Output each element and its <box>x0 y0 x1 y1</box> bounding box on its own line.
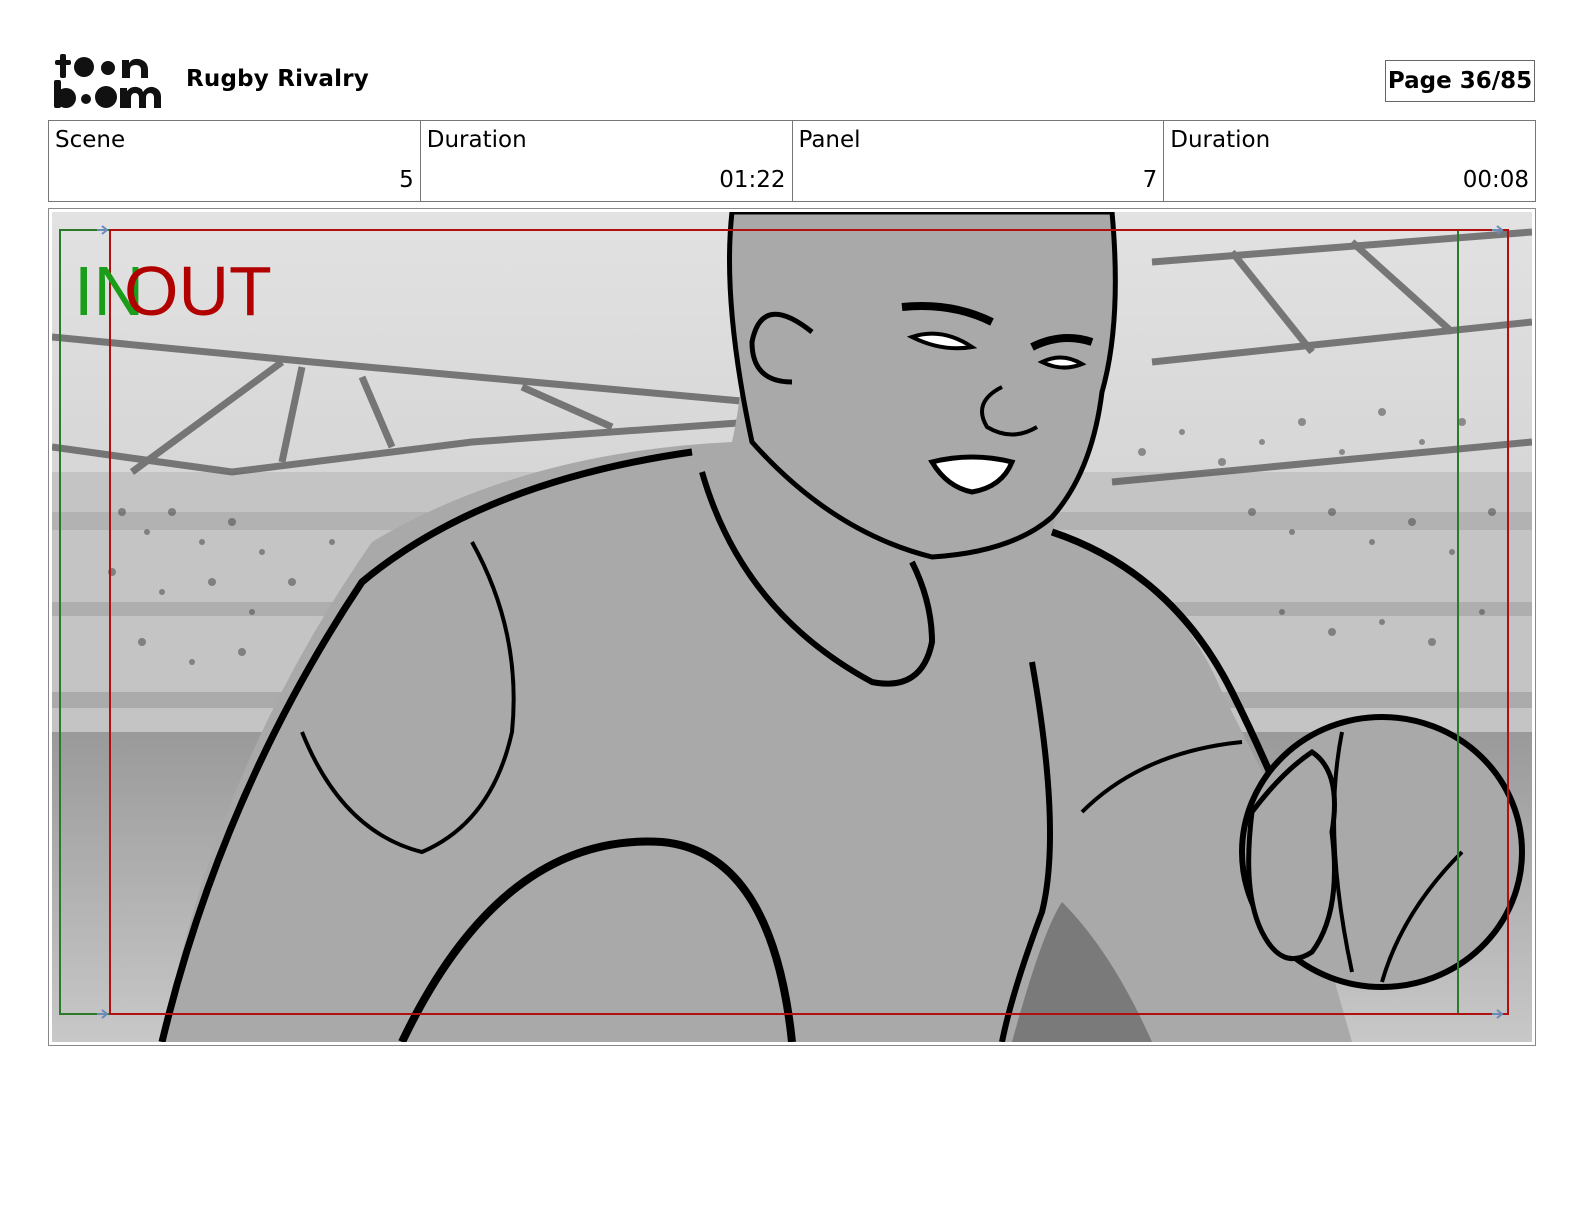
scene-duration-cell: Duration 01:22 <box>421 121 793 201</box>
panel-cell: Panel 7 <box>793 121 1165 201</box>
panel-label: Panel <box>798 127 861 153</box>
panel-duration-value: 00:08 <box>1462 167 1529 193</box>
scene-value: 5 <box>399 167 414 193</box>
scene-cell: Scene 5 <box>49 121 421 201</box>
scene-duration-label: Duration <box>426 127 527 153</box>
scene-label: Scene <box>55 127 126 153</box>
panel-duration-label: Duration <box>1170 127 1271 153</box>
toon-boom-logo <box>54 54 161 108</box>
panel-duration-cell: Duration 00:08 <box>1164 121 1535 201</box>
scene-duration-value: 01:22 <box>719 167 786 193</box>
storyboard-panel: IN OUT <box>48 208 1536 1046</box>
panel-drawing: IN OUT <box>52 212 1532 1042</box>
project-title: Rugby Rivalry <box>186 66 369 92</box>
panel-value: 7 <box>1142 167 1158 193</box>
out-marker: OUT <box>124 252 272 330</box>
page-indicator: Page 36/85 <box>1385 60 1535 102</box>
scene-info-table: Scene 5 Duration 01:22 Panel 7 Duration … <box>48 120 1536 202</box>
